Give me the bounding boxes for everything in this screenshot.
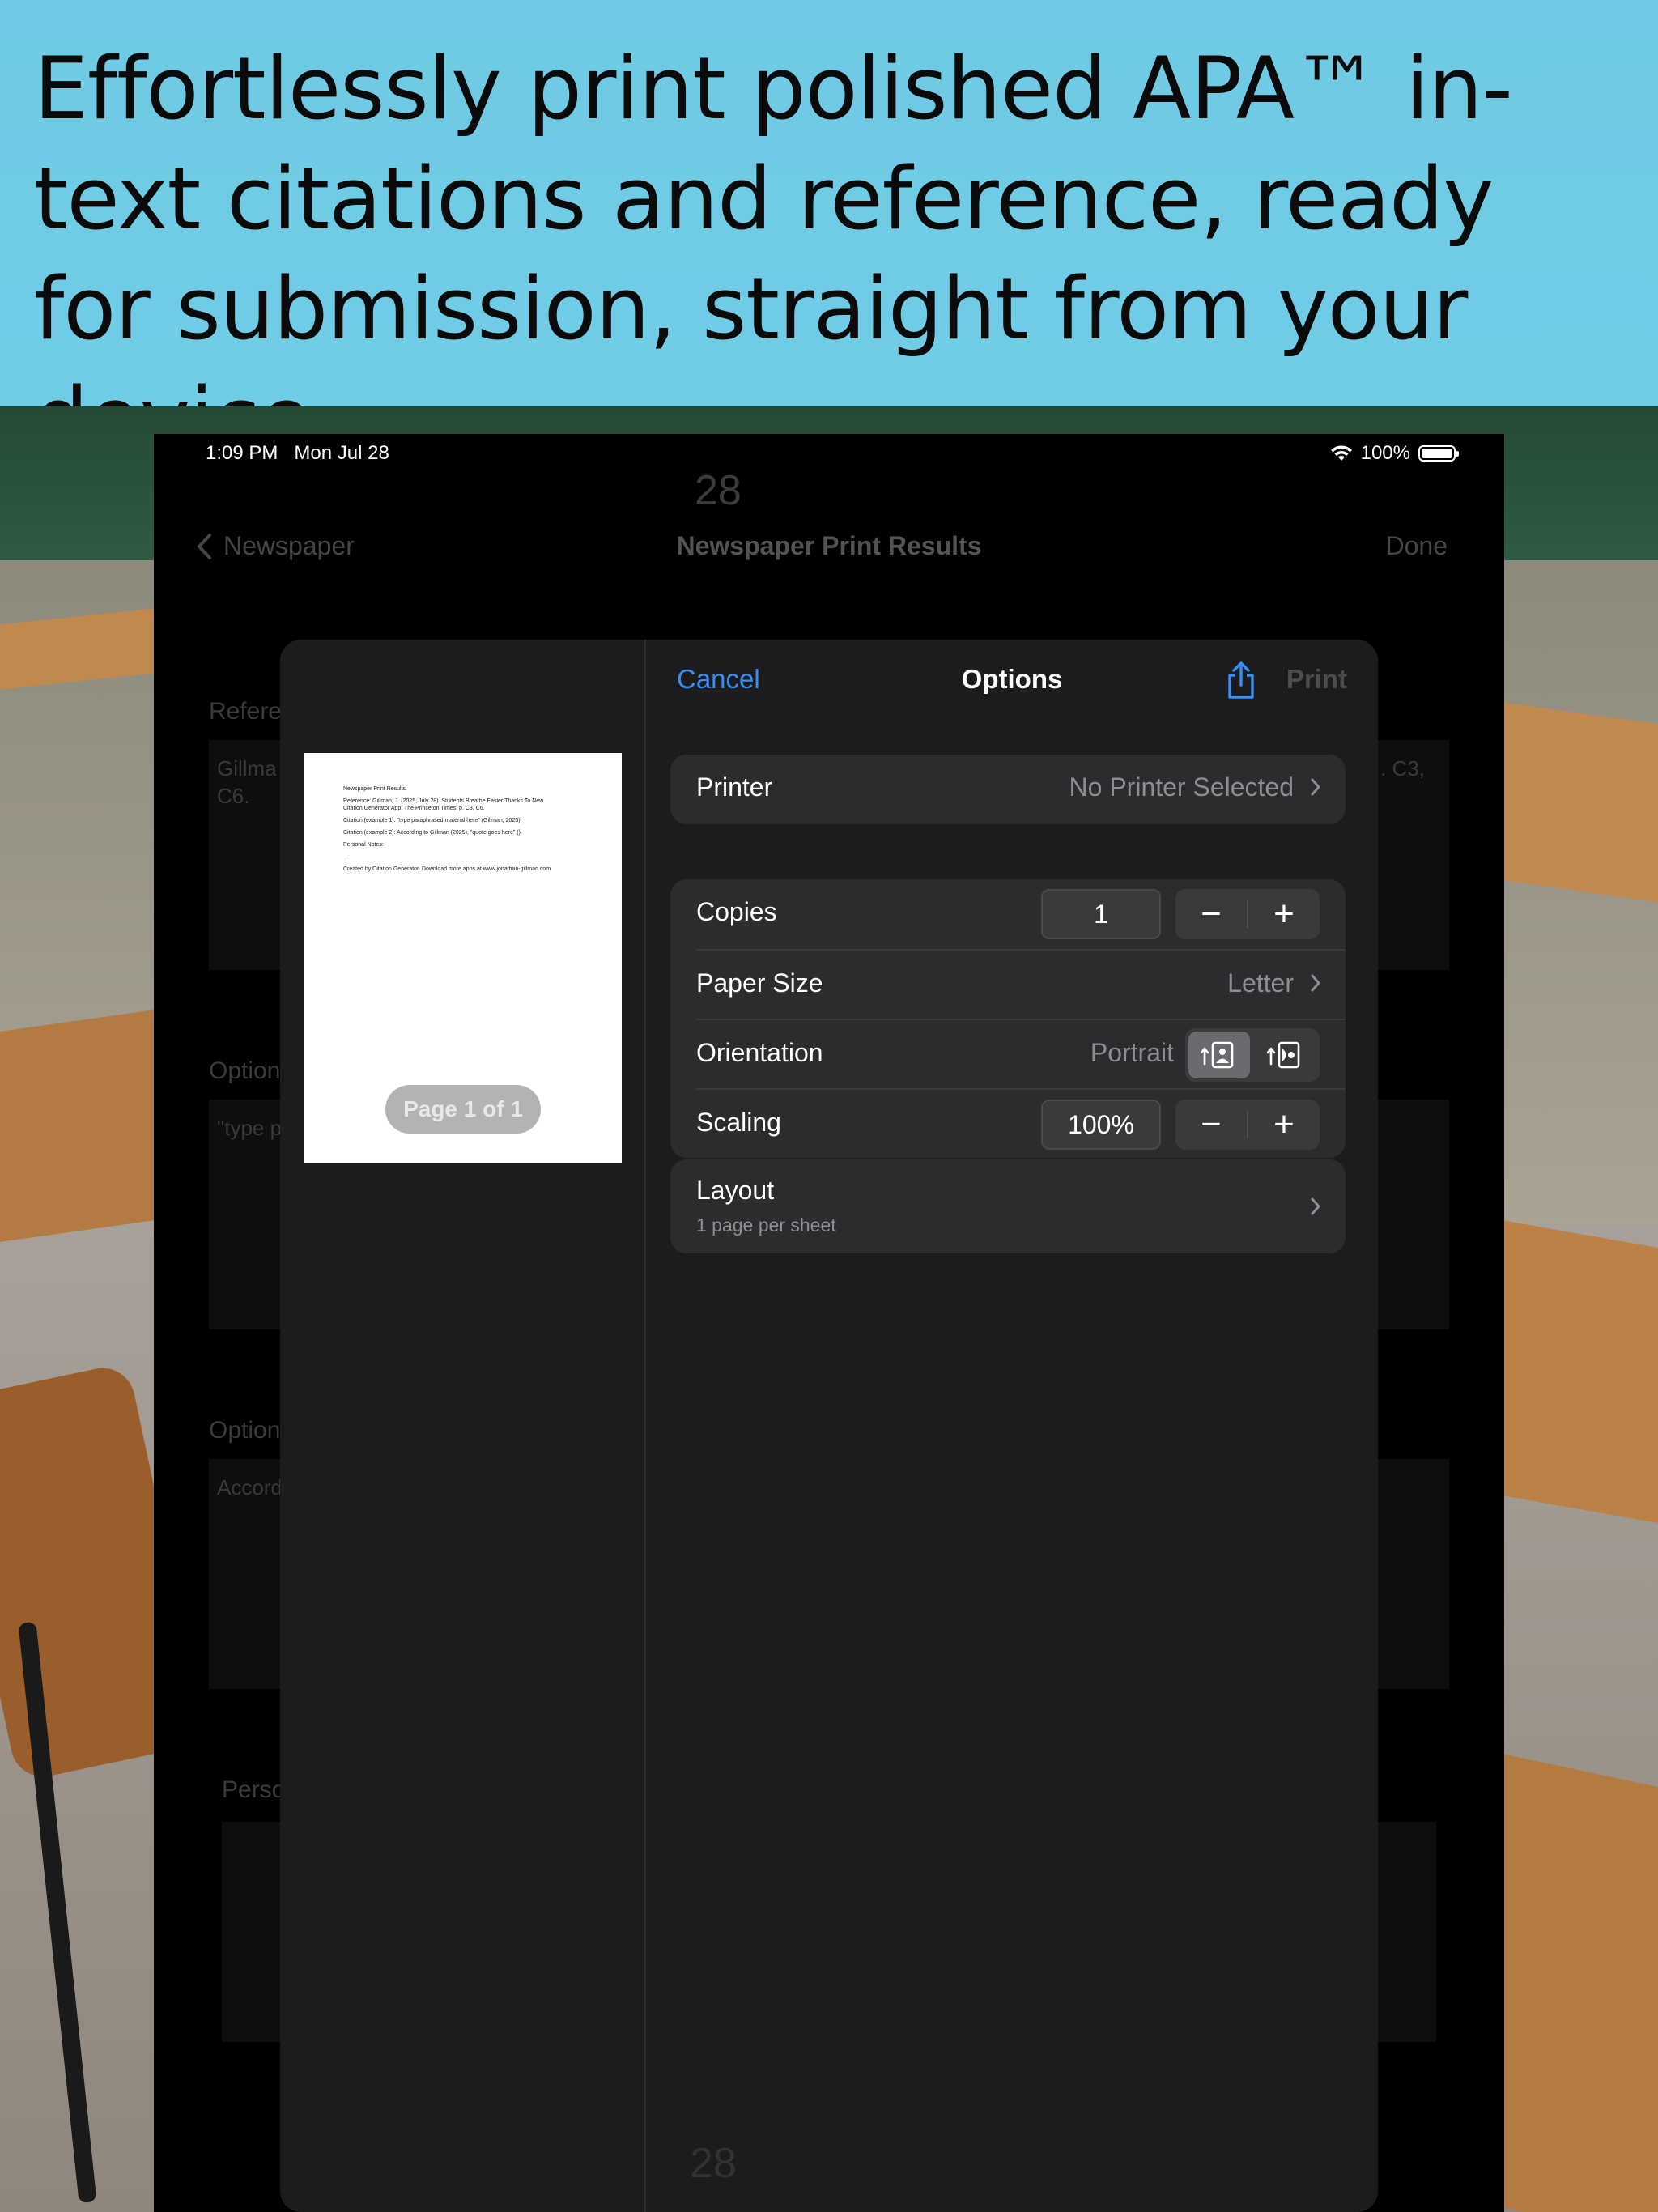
options-pane: Cancel Options Print Printer No Printer … [646,640,1378,2212]
preview-line: — [343,854,349,860]
layout-group: Layout 1 page per sheet [670,1159,1346,1253]
layout-row[interactable]: Layout 1 page per sheet [670,1159,1346,1253]
scaling-stepper: − + [1175,1100,1320,1150]
page-indicator: Page 1 of 1 [385,1085,541,1134]
share-icon[interactable] [1224,661,1258,700]
scaling-decrement-button[interactable]: − [1175,1100,1247,1150]
preview-line: Citation (example 2): According to Gillm… [343,830,522,836]
orientation-segmented-control [1185,1028,1320,1082]
copies-row: Copies 1 − + [670,879,1346,949]
section-label: Refere [209,698,283,725]
printer-value: No Printer Selected [1069,772,1294,802]
section-label: Option [209,1057,281,1084]
landscape-icon [1267,1041,1300,1069]
print-preview-pane: Newspaper Print Results Reference: Gillm… [280,640,646,2212]
layout-label: Layout [696,1176,775,1205]
chevron-right-icon [1311,778,1320,796]
orientation-label: Orientation [696,1038,823,1067]
ipad-screen: 1:09 PM Mon Jul 28 100% 28 Newspaper New… [154,434,1504,2212]
copies-label: Copies [696,897,777,926]
copies-stepper: − + [1175,889,1320,939]
portrait-icon [1201,1041,1234,1069]
nav-title: Newspaper Print Results [676,531,982,560]
section-label: Option [209,1417,281,1444]
battery-icon [1418,445,1459,462]
paper-size-label: Paper Size [696,968,823,998]
preview-line: Personal Notes: [343,842,384,848]
preview-line: Citation (example 1): "type paraphrased … [343,818,522,823]
battery-percent: 100% [1360,442,1410,464]
scaling-row: Scaling 100% − + [696,1088,1346,1158]
layout-subtitle: 1 page per sheet [696,1214,836,1236]
options-group: Copies 1 − + Paper Size Letter Orientati… [670,879,1346,1158]
preview-line: Newspaper Print Results [343,786,406,792]
printer-row[interactable]: Printer No Printer Selected [670,755,1346,824]
paper-size-value: Letter [1227,968,1294,998]
background-nav-bar: Newspaper Newspaper Print Results Done [154,531,1504,580]
wifi-icon [1330,445,1352,461]
copies-decrement-button[interactable]: − [1175,889,1247,939]
chevron-right-icon [1311,974,1320,992]
done-button[interactable]: Done [1386,531,1448,561]
scaling-field[interactable]: 100% [1041,1100,1161,1150]
status-date: Mon Jul 28 [294,442,389,464]
background-date-number: 28 [695,467,742,514]
printer-group: Printer No Printer Selected [670,755,1346,824]
chevron-right-icon [1311,1197,1320,1215]
marketing-banner: Effortlessly print polished APA™ in-text… [0,0,1658,469]
page-preview[interactable]: Newspaper Print Results Reference: Gillm… [304,753,622,1163]
printer-label: Printer [696,772,773,802]
copies-increment-button[interactable]: + [1248,889,1320,939]
options-header: Cancel Options Print [646,640,1378,729]
options-title: Options [961,664,1063,694]
copies-field[interactable]: 1 [1041,889,1161,939]
status-bar: 1:09 PM Mon Jul 28 100% [154,434,1504,473]
section-label: Perso [222,1776,286,1803]
scaling-label: Scaling [696,1108,781,1137]
print-options-sheet: Newspaper Print Results Reference: Gillm… [280,640,1378,2212]
scaling-increment-button[interactable]: + [1248,1100,1320,1150]
orientation-value: Portrait [1090,1038,1174,1067]
preview-line: Created by Citation Generator. Download … [343,866,551,872]
paper-size-row[interactable]: Paper Size Letter [696,949,1346,1019]
preview-line: Reference: Gillman, J. (2025, July 28). … [343,798,544,811]
orientation-row: Orientation Portrait [696,1019,1346,1088]
landscape-button[interactable] [1255,1032,1316,1078]
print-button[interactable]: Print [1286,664,1347,695]
status-time: 1:09 PM [206,442,278,464]
portrait-button[interactable] [1188,1032,1250,1078]
